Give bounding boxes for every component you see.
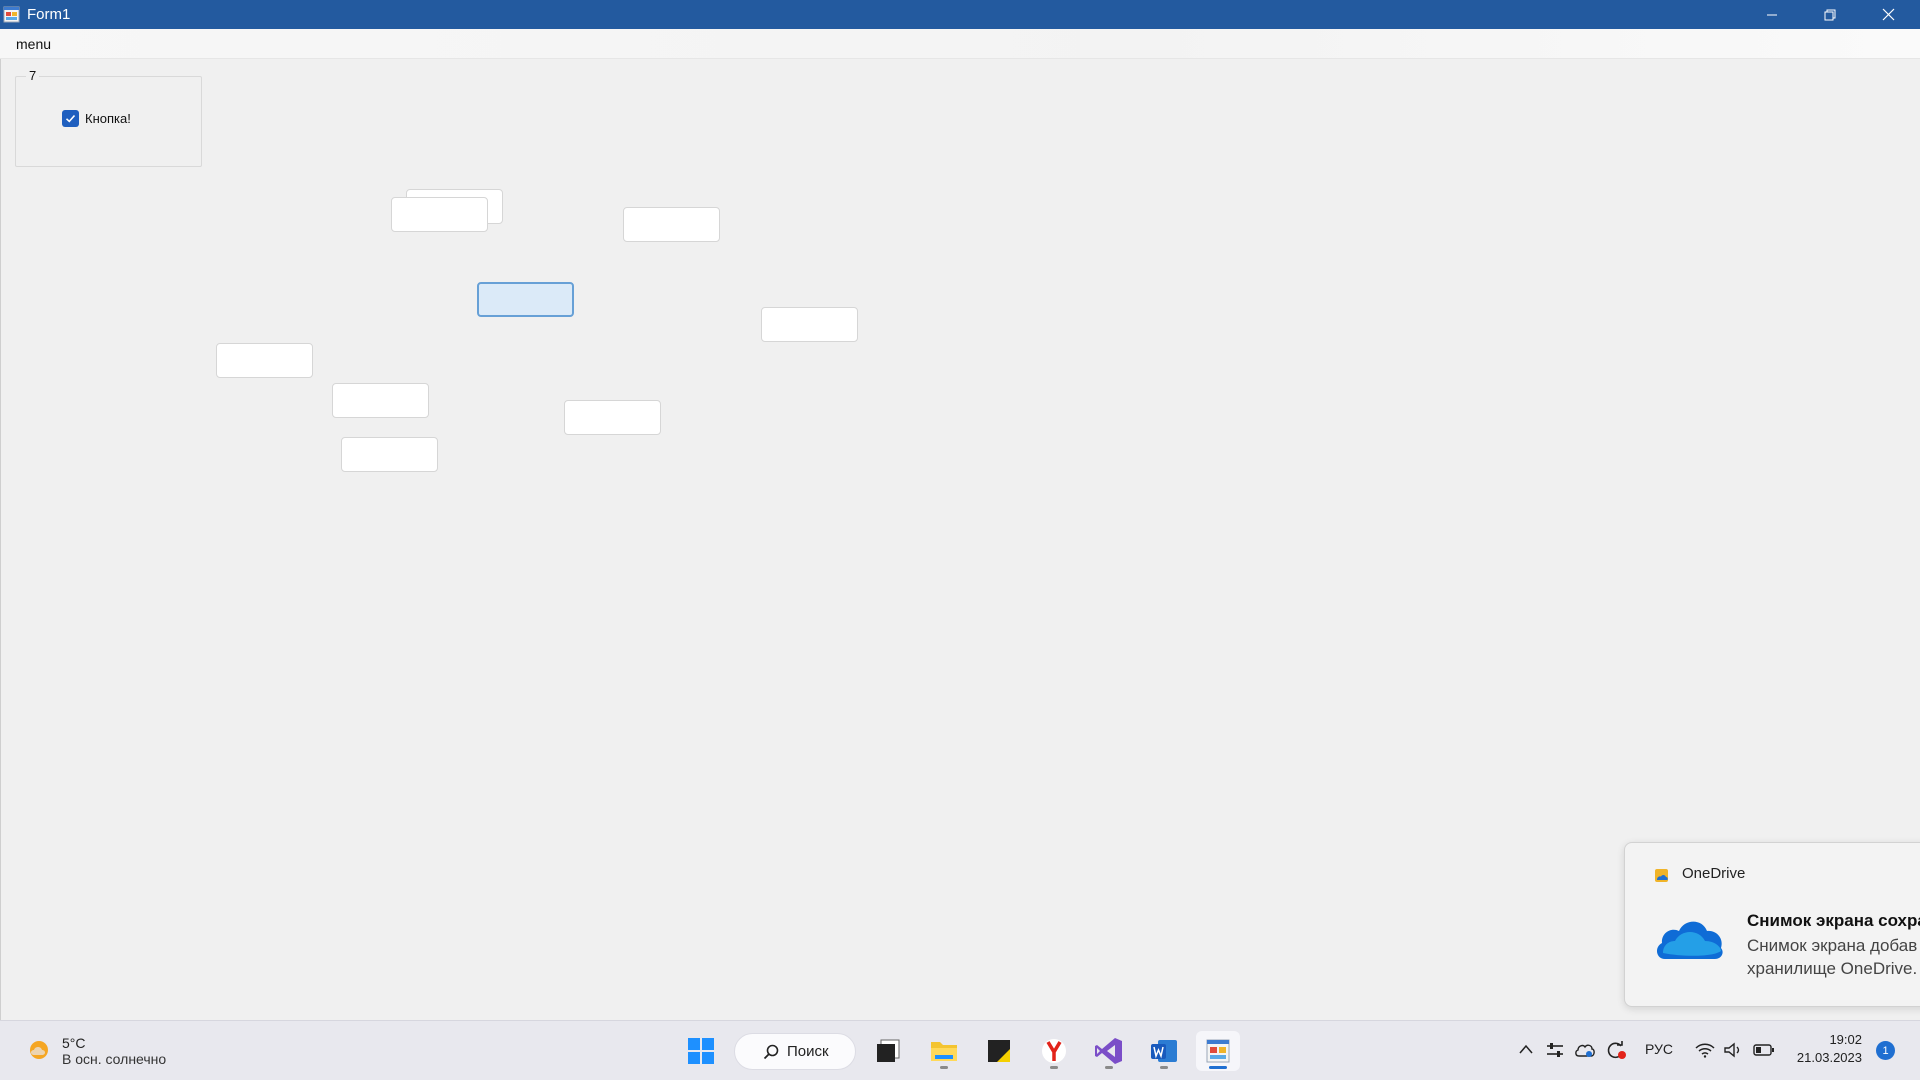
checkbox-label: Кнопка! bbox=[85, 111, 131, 126]
notification-count-badge[interactable]: 1 bbox=[1876, 1041, 1895, 1060]
textbox-5[interactable] bbox=[761, 307, 858, 342]
network-button[interactable] bbox=[1694, 1039, 1716, 1061]
textbox-9[interactable] bbox=[341, 437, 438, 472]
form-app-icon bbox=[3, 6, 20, 23]
input-language[interactable]: РУС bbox=[1645, 1041, 1673, 1057]
checkbox-knopka[interactable]: Кнопка! bbox=[62, 110, 131, 127]
clock[interactable]: 19:02 21.03.2023 bbox=[1790, 1031, 1862, 1067]
battery-icon bbox=[1753, 1044, 1774, 1056]
group-box: 7 Кнопка! bbox=[15, 68, 202, 167]
minimize-icon bbox=[1767, 14, 1777, 15]
word-button[interactable] bbox=[1142, 1031, 1186, 1071]
form-app-taskbar-button[interactable] bbox=[1196, 1031, 1240, 1071]
weather-condition: В осн. солнечно bbox=[62, 1051, 167, 1067]
textbox-4-focused[interactable] bbox=[477, 282, 574, 317]
title-bar[interactable]: Form1 bbox=[0, 0, 1920, 29]
start-button[interactable] bbox=[679, 1031, 723, 1071]
weather-widget[interactable]: 5°C В осн. солнечно bbox=[24, 1035, 166, 1067]
textbox-6[interactable] bbox=[216, 343, 313, 378]
file-explorer-button[interactable] bbox=[922, 1031, 966, 1071]
task-view-icon bbox=[877, 1039, 900, 1062]
clock-date: 21.03.2023 bbox=[1796, 1050, 1862, 1065]
textbox-7[interactable] bbox=[332, 383, 429, 418]
close-button[interactable] bbox=[1859, 0, 1917, 29]
textbox-8[interactable] bbox=[564, 400, 661, 435]
restore-button[interactable] bbox=[1801, 0, 1859, 29]
group-box-title: 7 bbox=[26, 68, 40, 83]
form-app-icon bbox=[1206, 1039, 1230, 1063]
taskbar-search[interactable]: Поиск bbox=[734, 1033, 856, 1070]
running-indicator bbox=[1050, 1066, 1058, 1069]
window-title: Form1 bbox=[27, 6, 71, 23]
yandex-browser-button[interactable] bbox=[1032, 1031, 1076, 1071]
battery-button[interactable] bbox=[1752, 1039, 1776, 1061]
onedrive-cloud-icon bbox=[1656, 921, 1723, 959]
toast-body-line-2: хранилище OneDrive. bbox=[1747, 959, 1918, 978]
speaker-icon bbox=[1724, 1042, 1740, 1058]
wifi-icon bbox=[1695, 1043, 1715, 1058]
toast-app-name: OneDrive bbox=[1682, 865, 1746, 882]
taskbar: 5°C В осн. солнечно Поиск РУС 19:02 21.0… bbox=[0, 1020, 1920, 1080]
visual-studio-icon bbox=[1095, 1038, 1122, 1064]
visual-studio-button[interactable] bbox=[1087, 1031, 1131, 1071]
onedrive-tray-button[interactable] bbox=[1573, 1039, 1597, 1061]
file-explorer-icon bbox=[931, 1042, 957, 1061]
checkbox-checked-icon[interactable] bbox=[62, 110, 79, 127]
textbox-3[interactable] bbox=[623, 207, 720, 242]
close-icon bbox=[1882, 8, 1894, 21]
sticky-notes-button[interactable] bbox=[977, 1031, 1021, 1071]
sticky-notes-icon bbox=[988, 1040, 1010, 1062]
word-icon bbox=[1151, 1040, 1177, 1062]
tray-app-button[interactable] bbox=[1544, 1039, 1566, 1061]
running-indicator bbox=[940, 1066, 948, 1069]
search-icon bbox=[763, 1044, 779, 1059]
refresh-alert-icon bbox=[1607, 1041, 1626, 1059]
update-tray-button[interactable] bbox=[1604, 1039, 1628, 1061]
clock-time: 19:02 bbox=[1829, 1032, 1862, 1047]
toast-title: Снимок экрана сохра bbox=[1747, 911, 1920, 930]
toast-body-line-1: Снимок экрана добав bbox=[1747, 936, 1918, 955]
task-view-button[interactable] bbox=[866, 1031, 910, 1071]
menu-strip: menu bbox=[0, 29, 1920, 59]
menu-item-menu[interactable]: menu bbox=[16, 36, 51, 52]
show-hidden-icons-button[interactable] bbox=[1516, 1039, 1536, 1059]
running-indicator bbox=[1160, 1066, 1168, 1069]
sliders-icon bbox=[1547, 1043, 1563, 1057]
restore-icon bbox=[1824, 9, 1836, 20]
running-indicator bbox=[1105, 1066, 1113, 1069]
search-label: Поиск bbox=[787, 1043, 829, 1060]
volume-button[interactable] bbox=[1722, 1039, 1744, 1061]
weather-temp: 5°C bbox=[62, 1035, 86, 1051]
textbox-2[interactable] bbox=[391, 197, 488, 232]
chevron-up-icon bbox=[1519, 1044, 1533, 1054]
weather-sun-icon bbox=[30, 1041, 48, 1059]
onedrive-sync-icon bbox=[1575, 1044, 1595, 1057]
onedrive-app-icon bbox=[1655, 869, 1668, 882]
onedrive-toast[interactable]: OneDrive Снимок экрана сохра Снимок экра… bbox=[1624, 842, 1920, 1007]
start-icon bbox=[688, 1038, 714, 1064]
yandex-browser-icon bbox=[1042, 1039, 1066, 1063]
minimize-button[interactable] bbox=[1743, 0, 1801, 29]
running-indicator bbox=[1209, 1066, 1227, 1069]
